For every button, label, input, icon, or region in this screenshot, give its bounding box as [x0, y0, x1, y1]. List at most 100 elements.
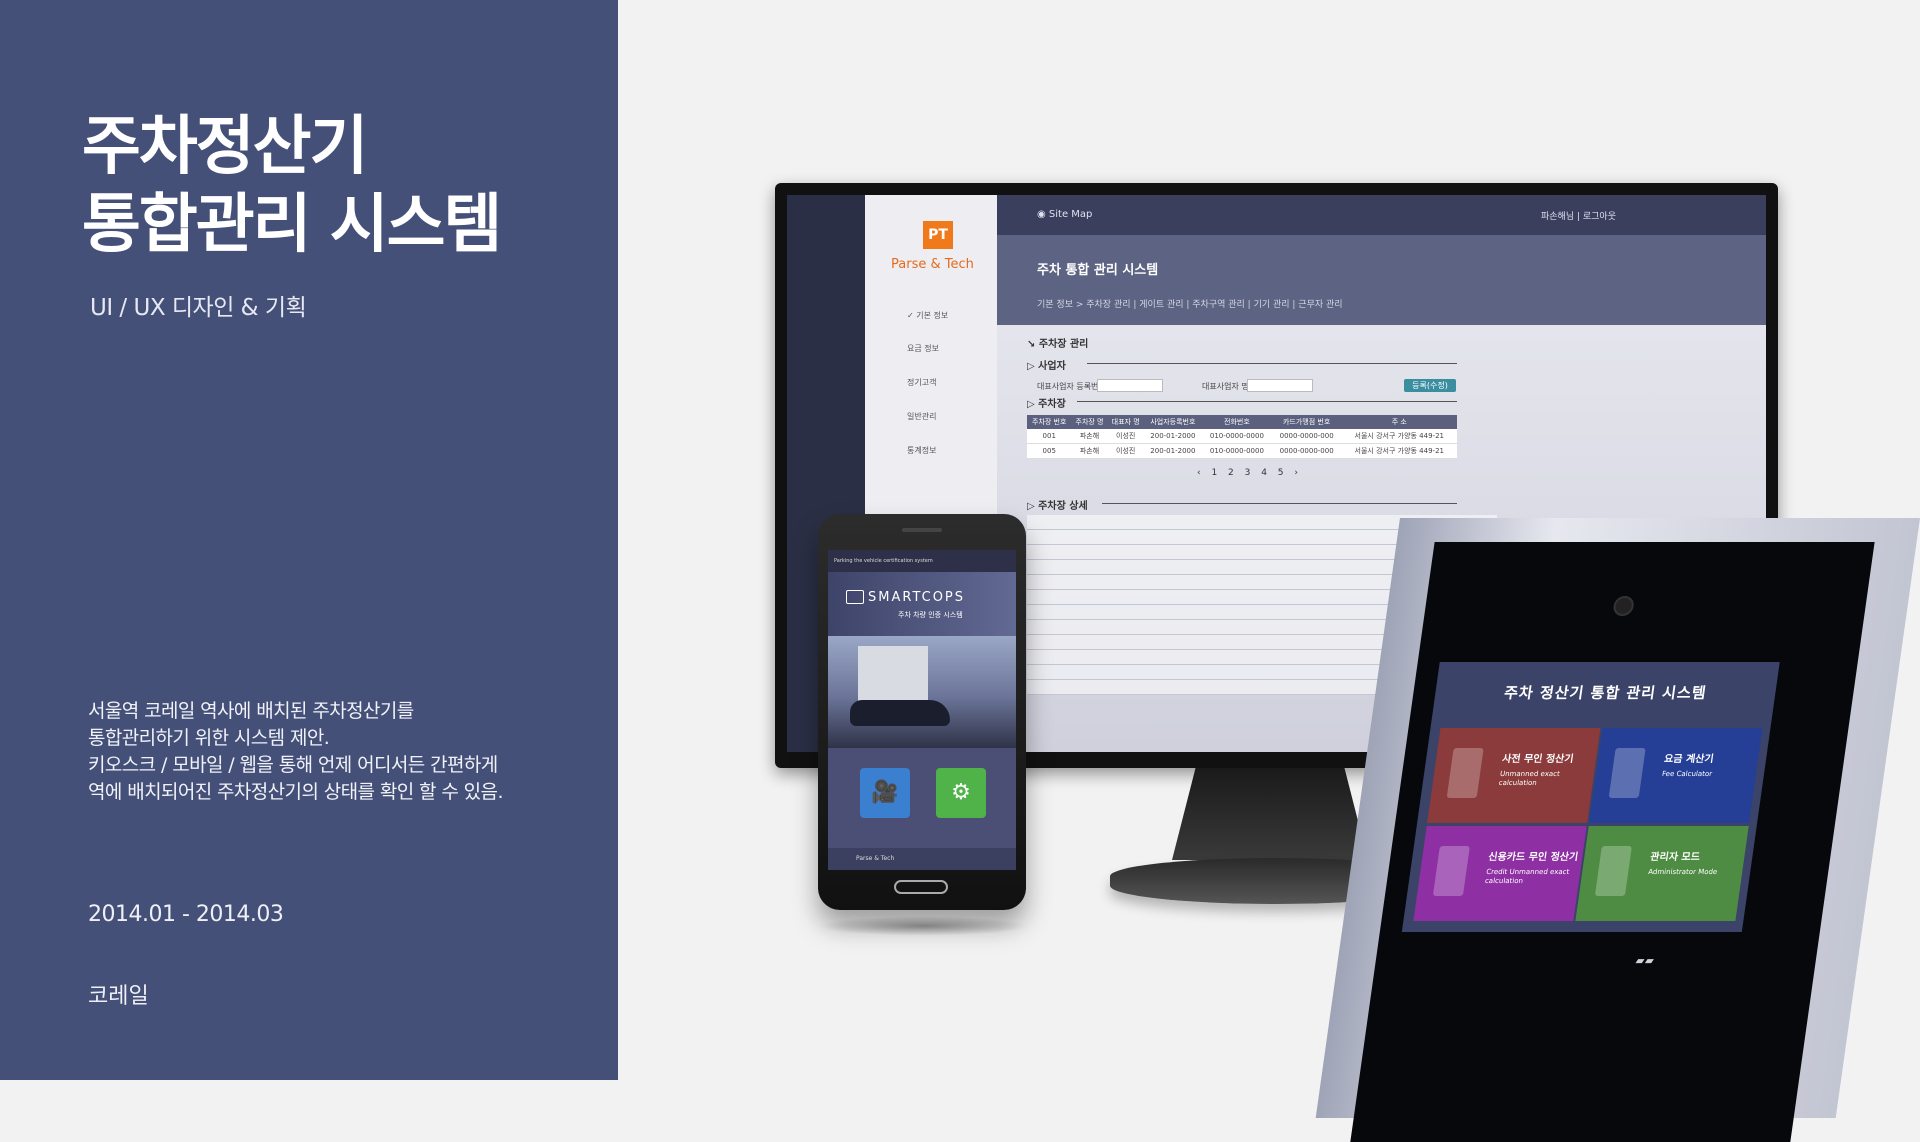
app-status-text: Parking the vehicle certification system: [828, 550, 1016, 572]
tile-unmanned-calc[interactable]: 사전 무인 정산기 Unmanned exact calculation: [1427, 728, 1601, 823]
breadcrumb[interactable]: 기본 정보 > 주차장 관리 | 게이트 관리 | 주차구역 관리 | 기기 관…: [1037, 297, 1343, 310]
admin-nav-panel: PT Parse & Tech ✓ 기본 정보 요금 정보 정기고객 일반관리 …: [865, 195, 997, 555]
video-camera-icon: 🎥: [871, 780, 899, 805]
nav-item-stats[interactable]: 통계정보: [907, 445, 936, 456]
kiosk-mockup: 주차 정산기 통합 관리 시스템 사전 무인 정산기 Unmanned exac…: [1315, 518, 1920, 1142]
gear-icon: ⚙: [951, 780, 971, 805]
tile-title: 신용카드 무인 정산기: [1487, 852, 1579, 863]
column-header: 주차장 명: [1071, 415, 1108, 429]
sitemap-link[interactable]: ◉ Site Map: [1037, 209, 1092, 220]
monitor-stand-neck: [1172, 768, 1368, 860]
description-line: 통합관리하기 위한 시스템 제안.: [88, 727, 330, 749]
table-cell: 001: [1027, 429, 1072, 444]
admin-topbar: ◉ Site Map 파손해님 | 로그아웃: [997, 195, 1766, 235]
phone-mockup: Parking the vehicle certification system…: [818, 514, 1026, 910]
app-footer: Parse & Tech: [828, 848, 1016, 870]
section-title-parking-mgmt: ↘ 주차장 관리: [1027, 339, 1089, 350]
section-label: 주차장 상세: [1038, 501, 1088, 512]
section-title-detail: ▷ 주차장 상세: [1027, 501, 1088, 512]
nav-item-general[interactable]: 일반관리: [907, 411, 936, 422]
table-cell: 서울시 강서구 가양동 449-21: [1341, 443, 1457, 459]
tile-title: 요금 계산기: [1663, 754, 1715, 765]
settings-button[interactable]: ⚙: [936, 768, 986, 818]
mobile-app-screen: Parking the vehicle certification system…: [828, 550, 1016, 870]
table-cell: 서울시 강서구 가양동 449-21: [1341, 429, 1457, 444]
tile-subtitle: Administrator Mode: [1647, 868, 1718, 876]
column-header: 전화번호: [1202, 415, 1272, 429]
kiosk-screen: 주차 정산기 통합 관리 시스템 사전 무인 정산기 Unmanned exac…: [1401, 662, 1780, 932]
phone-speaker: [902, 528, 942, 532]
kiosk-camera-icon: [1612, 596, 1636, 616]
home-button[interactable]: [894, 880, 948, 894]
nav-item-regular[interactable]: 정기고객: [907, 377, 936, 388]
table-cell: 0000-0000-000: [1271, 429, 1342, 444]
company-logo: PT: [923, 221, 953, 249]
tile-subtitle: Fee Calculator: [1661, 770, 1713, 778]
tile-fee-calculator[interactable]: 요금 계산기 Fee Calculator: [1589, 728, 1763, 823]
table-cell: 이성진: [1107, 443, 1144, 459]
card-machine-icon: [1432, 846, 1470, 896]
kiosk-machine-icon: [1446, 748, 1484, 798]
description-line: 역에 배치되어진 주차정산기의 상태를 확인 할 수 있음.: [88, 781, 503, 803]
car-image: [850, 700, 950, 726]
section-label: 주차장: [1038, 399, 1066, 410]
kiosk-logo-icon: ▰▰: [1634, 954, 1656, 967]
description-line: 서울역 코레일 역사에 배치된 주차정산기를: [88, 700, 414, 722]
tile-title: 관리자 모드: [1649, 852, 1701, 863]
building-image: [858, 646, 928, 701]
app-subtitle: 주차 차량 인증 시스템: [898, 611, 963, 619]
label-biz-no: 대표사업자 등록번호: [1037, 382, 1106, 391]
calculator-icon: [1608, 748, 1646, 798]
project-period: 2014.01 - 2014.03: [88, 902, 284, 927]
kiosk-body: 주차 정산기 통합 관리 시스템 사전 무인 정산기 Unmanned exac…: [1350, 542, 1875, 1142]
nav-item-label: 기본 정보: [916, 311, 949, 320]
admin-person-icon: [1594, 846, 1632, 896]
section-label: 주차장 관리: [1038, 339, 1089, 350]
parking-table: 주차장 번호 주차장 명 대표자 명 사업자등록번호 전화번호 카드가맹점 번호…: [1027, 415, 1457, 459]
biz-name-field[interactable]: [1247, 379, 1313, 392]
register-button[interactable]: 등록(수정): [1404, 379, 1456, 392]
camera-icon: [846, 590, 864, 604]
info-panel: 주차정산기 통합관리 시스템 UI / UX 디자인 & 기획 서울역 코레일 …: [0, 0, 618, 1080]
tile-subtitle: Unmanned exact calculation: [1498, 770, 1561, 787]
table-cell: 010-0000-0000: [1202, 429, 1272, 444]
divider: [1087, 363, 1457, 364]
tile-credit-unmanned[interactable]: 신용카드 무인 정산기 Credit Unmanned exact calcul…: [1413, 826, 1587, 921]
column-header: 주차장 번호: [1027, 415, 1072, 429]
project-description: 서울역 코레일 역사에 배치된 주차정산기를 통합관리하기 위한 시스템 제안.…: [88, 698, 503, 806]
section-title-operator: ▷ 사업자: [1027, 361, 1066, 372]
nav-item-basic[interactable]: ✓ 기본 정보: [907, 310, 948, 321]
label-biz-name: 대표사업자 명: [1202, 382, 1249, 391]
tile-subtitle: Credit Unmanned exact calculation: [1484, 868, 1570, 885]
pagination[interactable]: ‹ 1 2 3 4 5 ›: [1197, 468, 1302, 478]
section-label: 사업자: [1038, 361, 1066, 372]
table-cell: 이성진: [1107, 429, 1144, 444]
project-subtitle: UI / UX 디자인 & 기획: [90, 295, 307, 321]
project-title-line1: 주차정산기: [82, 110, 368, 184]
column-header: 사업자등록번호: [1143, 415, 1202, 429]
table-cell: 200-01-2000: [1143, 443, 1202, 459]
column-header: 대표자 명: [1107, 415, 1144, 429]
divider: [1102, 503, 1457, 504]
section-title-parking: ▷ 주차장: [1027, 399, 1066, 410]
table-row[interactable]: 005 파손해 이성진 200-01-2000 010-0000-0000 00…: [1027, 443, 1457, 459]
app-photo: [828, 636, 1016, 748]
user-links[interactable]: 파손해님 | 로그아웃: [1541, 209, 1616, 222]
tile-admin-mode[interactable]: 관리자 모드 Administrator Mode: [1575, 826, 1749, 921]
table-cell: 파손해: [1071, 443, 1108, 459]
table-header-row: 주차장 번호 주차장 명 대표자 명 사업자등록번호 전화번호 카드가맹점 번호…: [1027, 415, 1457, 429]
project-title: 주차정산기 통합관리 시스템: [82, 108, 502, 264]
column-header: 카드가맹점 번호: [1271, 415, 1342, 429]
table-row[interactable]: 001 파손해 이성진 200-01-2000 010-0000-0000 00…: [1027, 429, 1457, 444]
biz-no-field[interactable]: [1097, 379, 1163, 392]
admin-page-title: 주차 통합 관리 시스템: [1037, 263, 1159, 278]
table-cell: 010-0000-0000: [1202, 443, 1272, 459]
sitemap-label: Site Map: [1048, 209, 1093, 220]
table-cell: 0000-0000-000: [1271, 443, 1342, 459]
project-client: 코레일: [88, 984, 149, 1009]
nav-item-fee[interactable]: 요금 정보: [907, 343, 939, 354]
app-hero: SMARTCOPS 주차 차량 인증 시스템: [828, 572, 1016, 636]
table-cell: 200-01-2000: [1143, 429, 1202, 444]
camera-button[interactable]: 🎥: [860, 768, 910, 818]
column-header: 주 소: [1341, 415, 1457, 429]
